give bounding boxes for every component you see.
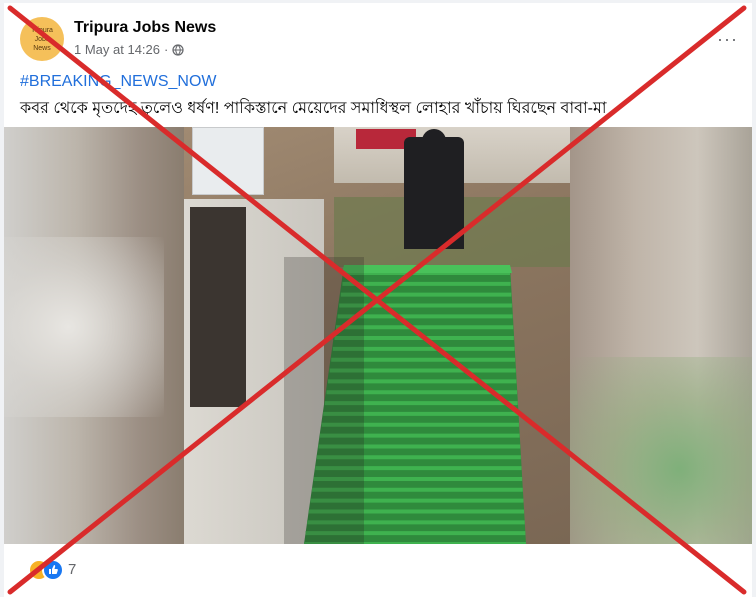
false-claim-x-overlay (7, 5, 747, 595)
